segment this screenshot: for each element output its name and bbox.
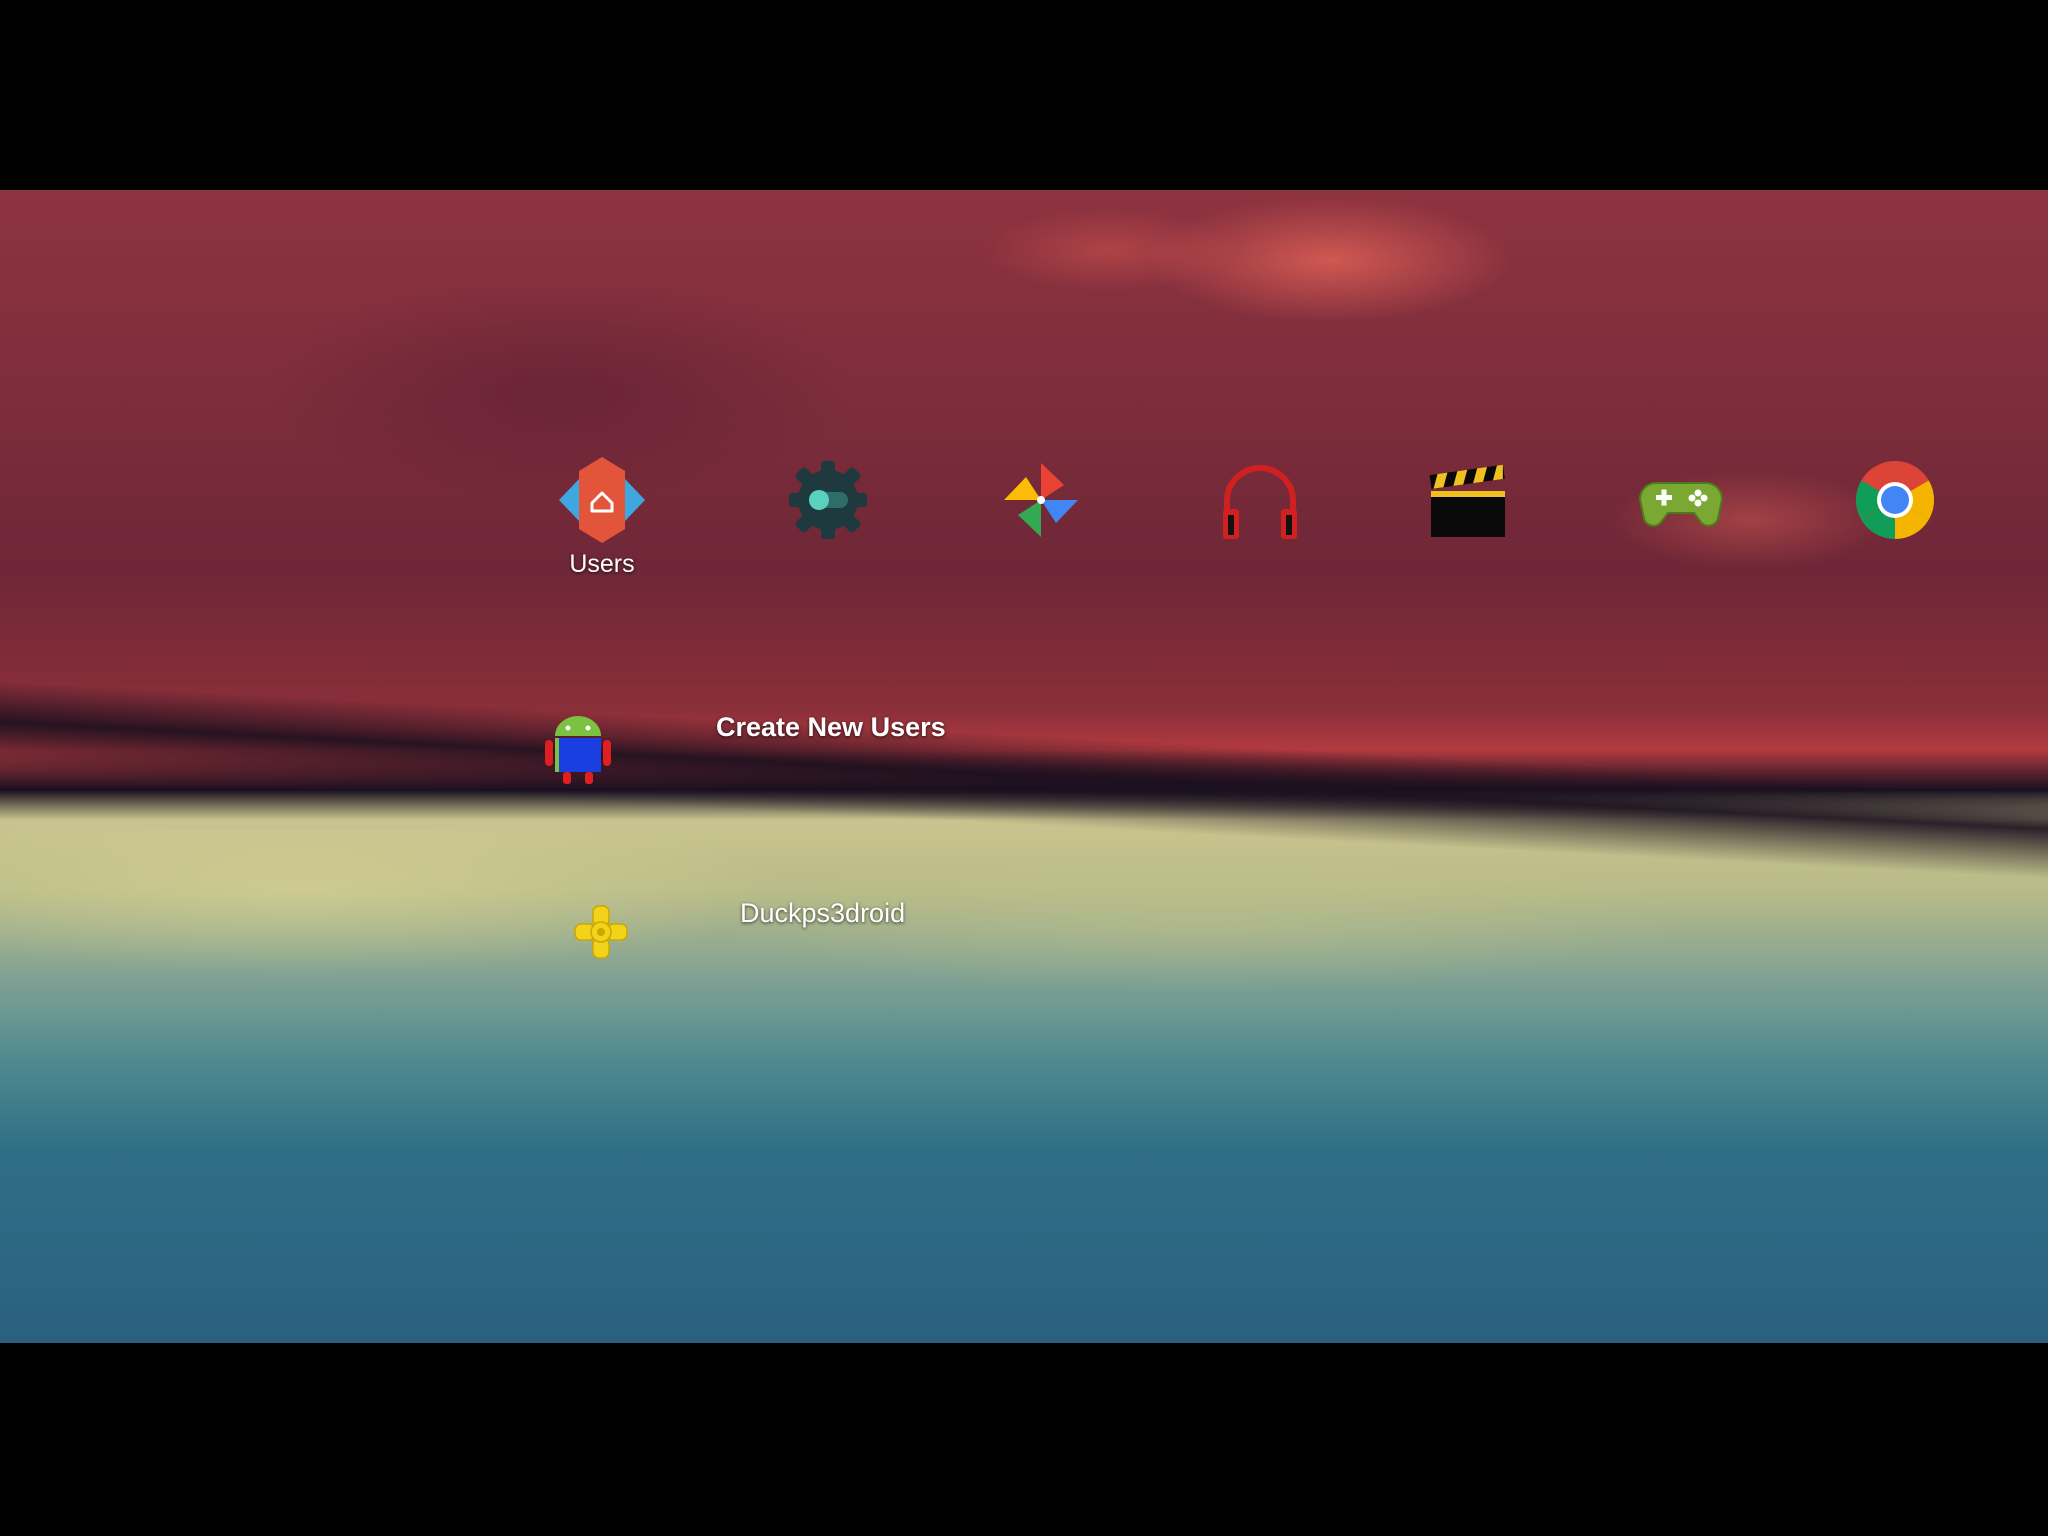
headphones-icon[interactable] (1215, 455, 1305, 545)
pinwheel-icon[interactable] (996, 455, 1086, 545)
row-label-create-new-users[interactable]: Create New Users (716, 712, 946, 743)
chrome-icon[interactable] (1850, 455, 1940, 545)
nova-launcher-icon[interactable] (557, 455, 647, 545)
wallpaper-sand (0, 830, 2048, 990)
row-label-duckps3droid[interactable]: Duckps3droid (740, 898, 905, 929)
gear-toggle-icon[interactable] (783, 455, 873, 545)
gamepad-icon[interactable] (1636, 455, 1726, 545)
clapperboard-icon[interactable] (1423, 455, 1513, 545)
ppsspp-icon[interactable] (556, 887, 646, 977)
android-robot-icon[interactable] (535, 705, 621, 791)
letterbox-bottom (0, 1343, 2048, 1536)
app-label-users: Users (569, 550, 635, 578)
letterbox-top (0, 0, 2048, 190)
home-screen: Users Create New Users Duckps3droid (0, 190, 2048, 1343)
